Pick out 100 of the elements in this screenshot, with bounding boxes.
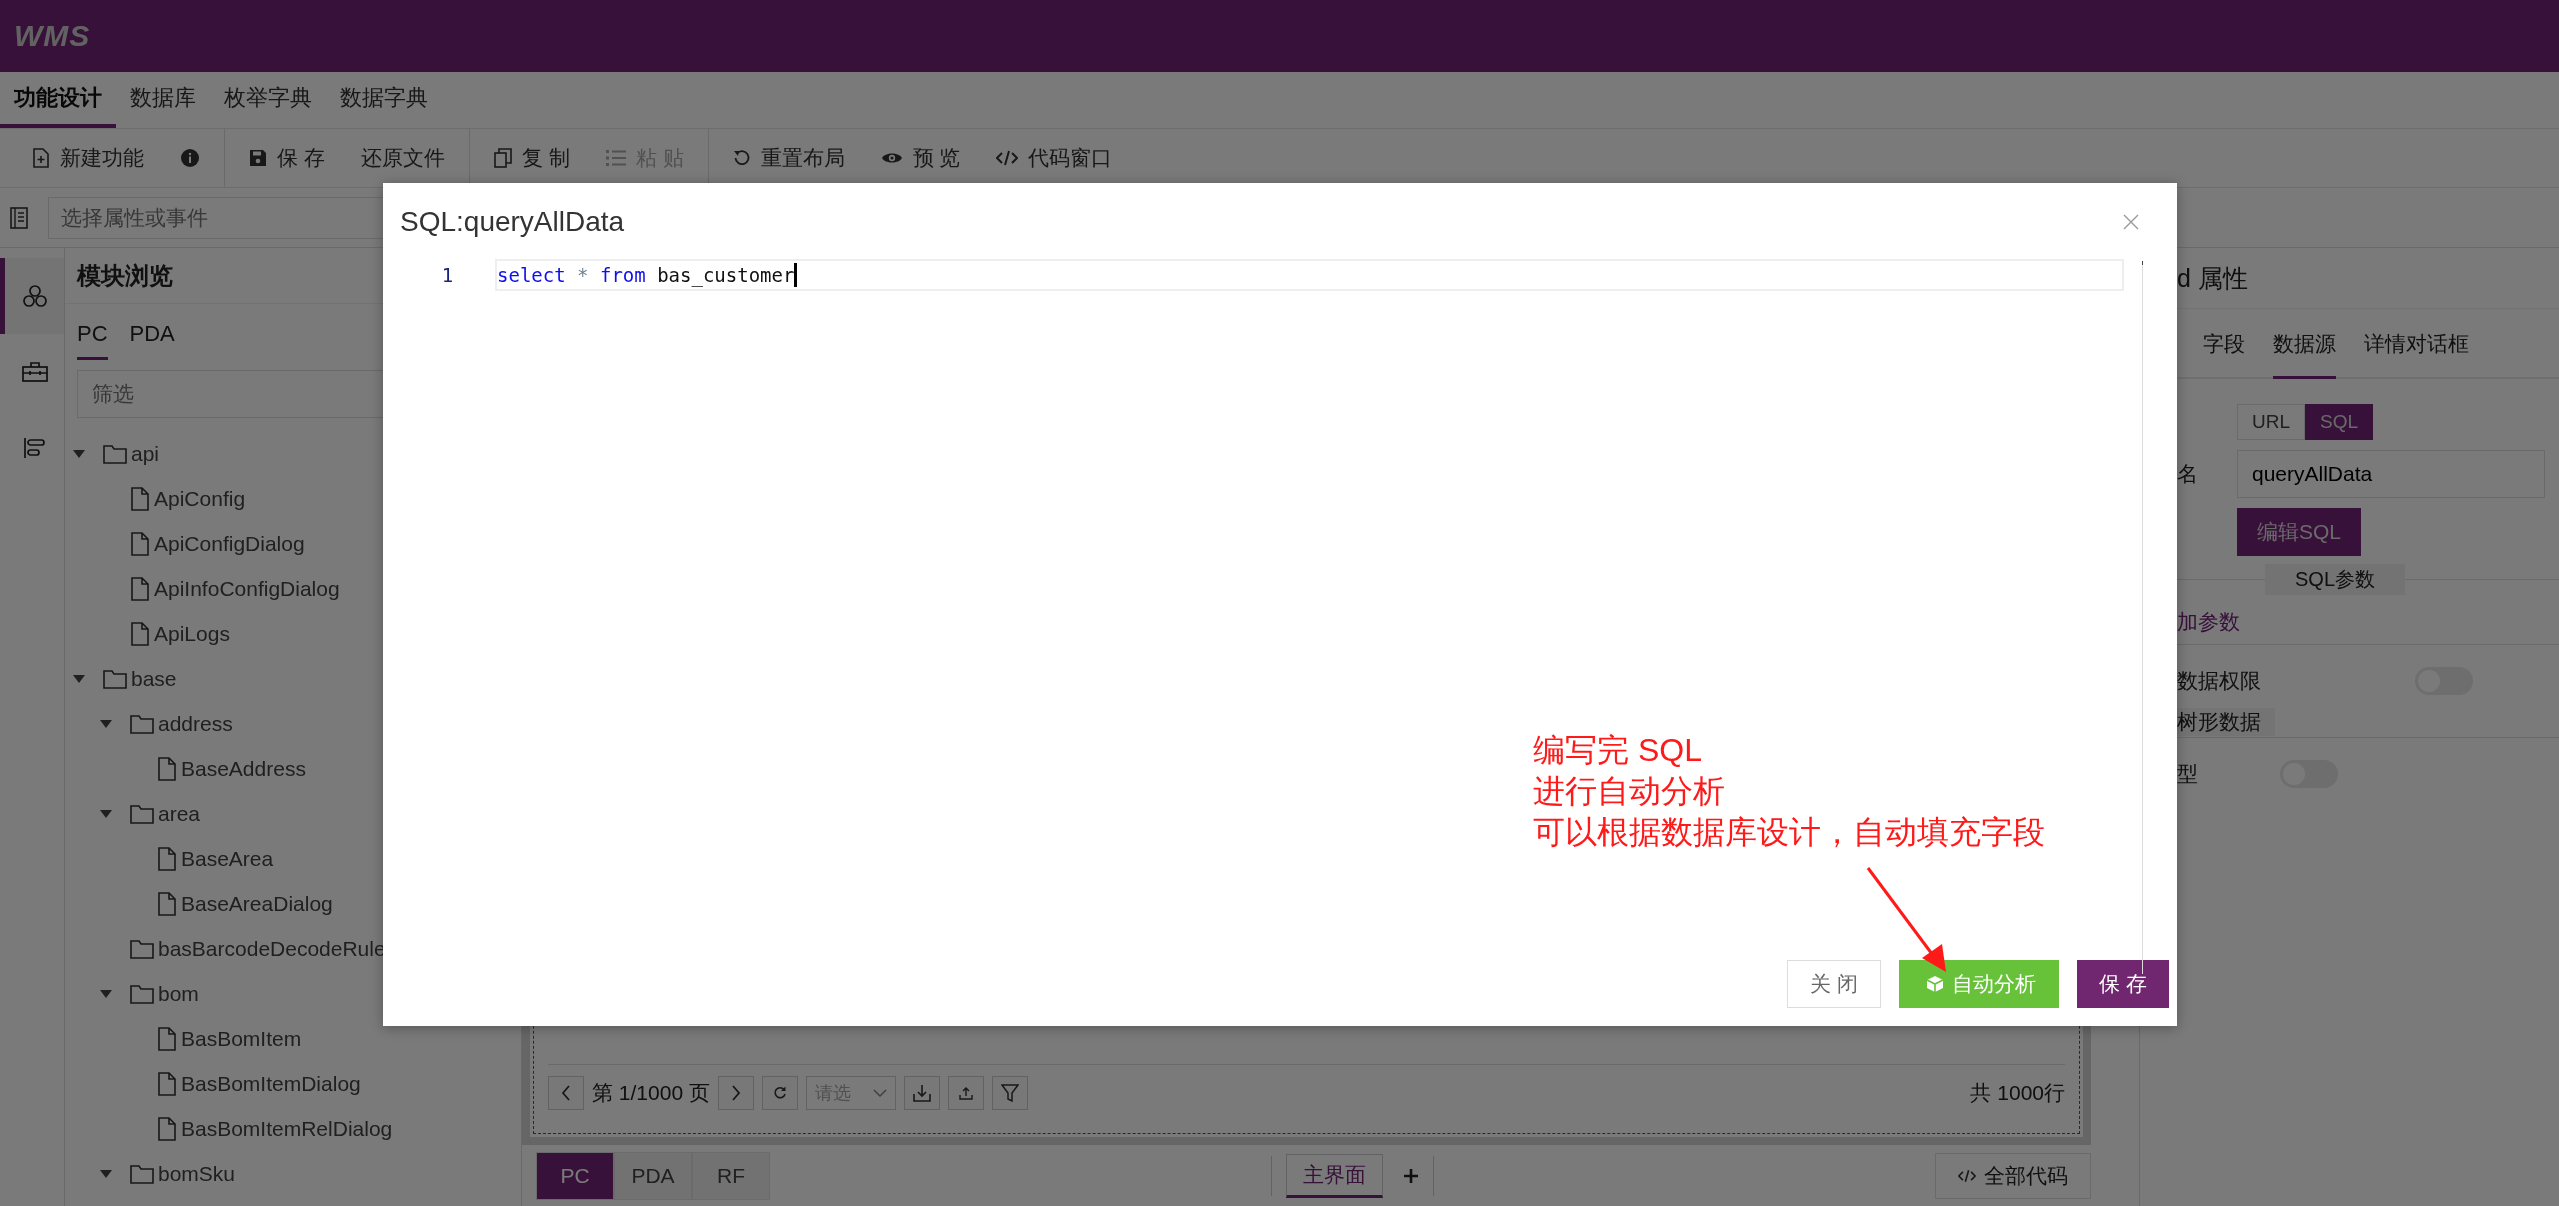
tree-item[interactable]: address [158,711,233,736]
tree-item[interactable]: ApiLogs [154,621,230,646]
total-count: 共 1000行 [1970,1080,2065,1106]
tree-item[interactable]: BasBomItemDialog [181,1071,361,1096]
caret-icon[interactable] [100,809,112,818]
caret-icon[interactable] [100,1169,112,1178]
property-tab[interactable]: 字段 [2203,330,2245,379]
tree-item[interactable]: ApiConfig [154,486,246,511]
file-icon [130,576,150,601]
tree-item[interactable]: bomSku [158,1161,236,1186]
caret-icon[interactable] [73,449,85,458]
upload-button[interactable] [947,1076,984,1110]
line-number: 1 [440,264,455,286]
folder-icon [130,803,154,824]
folder-icon [103,668,127,689]
toolbar-button[interactable]: 复 制 [475,144,588,172]
folder-icon [130,713,154,734]
main-tab[interactable]: 数据库 [116,72,210,128]
toolbar-button[interactable]: 预 览 [862,144,979,172]
main-tab[interactable]: 枚举字典 [210,72,326,128]
file-icon [157,756,177,781]
toolbar-button[interactable]: 还原文件 [342,144,463,172]
cube-icon [1926,975,1945,993]
caret-icon[interactable] [73,674,85,683]
circles-icon [21,284,48,308]
sql-name-field[interactable]: queryAllData [2237,450,2545,498]
tree-item[interactable]: BasBomItemRelDialog [181,1116,393,1141]
chevron-down-icon [872,1089,887,1097]
toolbar-button[interactable]: 新建功能 [14,144,162,172]
app-logo[interactable]: WMS [14,19,91,53]
tree-item[interactable]: ApiConfigDialog [154,531,305,556]
folder-icon [103,443,127,464]
tree-item[interactable]: BaseAddress [181,756,306,781]
folder-icon [130,983,154,1004]
upload-icon [958,1086,973,1100]
file-icon [157,1026,177,1051]
plus-icon [1403,1167,1419,1184]
file-icon [157,1116,177,1141]
file-icon [130,621,150,646]
refresh-icon [772,1086,787,1100]
property-tab[interactable]: 详情对话框 [2364,330,2469,379]
section-title: SQL参数 [2265,564,2406,595]
add-parameter-link[interactable]: 加参数 [2177,608,2240,636]
toolbar-button[interactable]: 代码窗口 [978,144,1131,172]
file-icon [130,531,150,556]
toolbar-button[interactable]: 重置布局 [714,144,863,172]
tree-item[interactable]: ApiInfoConfigDialog [154,576,340,601]
save-icon [249,149,267,167]
folder-icon [130,1163,154,1184]
download-icon [912,1084,931,1102]
page-indicator: 第 1/1000 页 [592,1080,710,1106]
platform-tab[interactable]: PC [77,314,108,360]
device-tab[interactable]: RF [692,1151,770,1200]
main-tab[interactable]: 功能设计 [0,72,116,128]
tree-item[interactable]: bom [158,981,199,1006]
caret-icon[interactable] [100,719,112,728]
toolbox-icon [21,361,48,383]
dialog-button[interactable]: 保 存 [2077,960,2169,1008]
refresh-button[interactable] [761,1076,798,1110]
dialog-button[interactable]: 关 闭 [1787,960,1882,1008]
platform-tab[interactable]: PDA [129,314,175,360]
switch-label: 数据权限 [2177,668,2262,694]
layers-icon [22,437,47,459]
field-label: 名 [2177,461,2199,487]
tree-item[interactable]: BaseAreaDialog [181,891,333,916]
tree-item[interactable]: area [158,801,201,826]
device-tab[interactable]: PDA [614,1151,692,1200]
annotation-text: 编写完 SQL 进行自动分析 可以根据数据库设计，自动填充字段 [1533,731,2045,852]
tree-item[interactable]: base [131,666,177,691]
edit-sql-button[interactable]: 编辑SQL [2237,508,2362,556]
source-toggle[interactable]: SQL [2305,404,2374,440]
previous-page-button[interactable] [548,1076,584,1110]
view-tab[interactable]: 主界面 [1286,1153,1383,1198]
tree-item[interactable]: BasBomItem [181,1026,302,1051]
file-icon [157,1071,177,1096]
dialog-title: SQL:queryAllData [400,206,625,238]
file-icon [157,846,177,871]
device-tab[interactable]: PC [536,1151,614,1200]
download-button[interactable] [903,1076,940,1110]
file-icon [130,486,150,511]
book-icon[interactable] [10,206,28,229]
rail-button[interactable] [0,258,64,334]
code-icon [1958,1168,1976,1183]
filter-button[interactable] [991,1076,1028,1110]
tree-item[interactable]: BaseArea [181,846,274,871]
all-code-button[interactable]: 全部代码 [1935,1152,2091,1199]
code-icon [996,150,1019,166]
filter-icon [1000,1084,1019,1102]
file-icon [157,891,177,916]
tree-item[interactable]: basBarcodeDecodeRule [158,936,386,961]
dialog-button[interactable]: 自动分析 [1899,960,2060,1008]
property-tab[interactable]: 数据源 [2273,330,2336,379]
tree-item[interactable]: api [131,441,160,466]
next-page-button[interactable] [717,1076,754,1110]
close-icon [2123,214,2139,230]
toolbar-button[interactable]: 保 存 [231,144,343,172]
source-toggle[interactable]: URL [2237,404,2305,440]
add-view-button[interactable] [1403,1167,1419,1184]
main-tab[interactable]: 数据字典 [326,72,442,128]
caret-icon[interactable] [100,989,112,998]
